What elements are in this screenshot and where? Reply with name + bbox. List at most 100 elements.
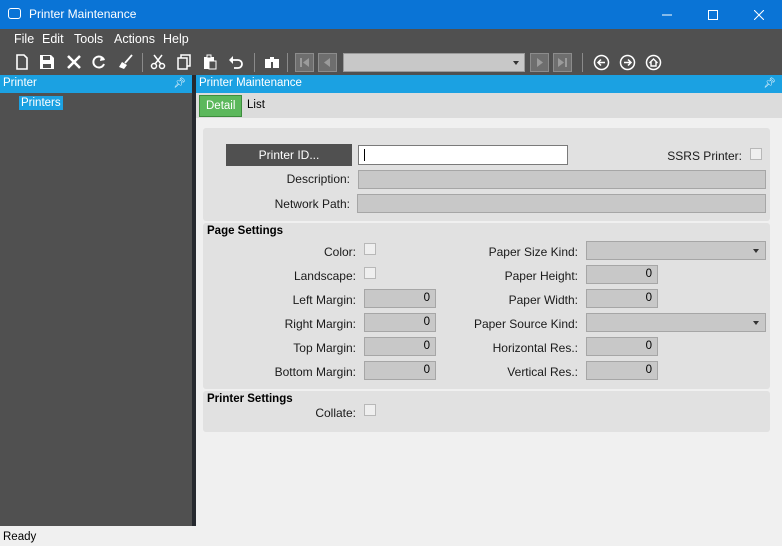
binoculars-icon bbox=[265, 57, 279, 68]
last-record-button[interactable] bbox=[553, 53, 572, 72]
last-icon bbox=[558, 58, 567, 67]
record-selector[interactable] bbox=[343, 53, 525, 72]
arrow-right-circle-icon bbox=[619, 54, 635, 70]
menu-edit[interactable]: Edit bbox=[42, 32, 64, 46]
toolbar-separator bbox=[287, 53, 288, 72]
close-button[interactable] bbox=[736, 0, 782, 29]
delete-button[interactable] bbox=[64, 52, 84, 72]
toolbar-separator bbox=[254, 53, 255, 72]
main-pane-header: Printer Maintenance 📌︎ bbox=[196, 75, 782, 93]
chevron-down-icon bbox=[513, 61, 519, 65]
main-pane-title: Printer Maintenance bbox=[199, 77, 302, 89]
save-button[interactable] bbox=[37, 52, 57, 72]
menu-help[interactable]: Help bbox=[163, 32, 189, 46]
color-label: Color: bbox=[323, 245, 356, 259]
previous-icon bbox=[324, 58, 330, 67]
new-button[interactable] bbox=[12, 52, 32, 72]
minimize-icon bbox=[662, 14, 672, 15]
pin-icon[interactable]: 📌︎ bbox=[173, 78, 186, 89]
broom-icon bbox=[119, 54, 133, 69]
home-circle-icon bbox=[645, 54, 661, 70]
cut-button[interactable] bbox=[148, 52, 168, 72]
toolbar-separator bbox=[142, 53, 143, 72]
paper-source-kind-select[interactable] bbox=[586, 313, 766, 332]
right-margin-field[interactable]: 0 bbox=[364, 313, 436, 332]
paper-size-kind-label: Paper Size Kind: bbox=[488, 245, 578, 259]
paper-width-label: Paper Width: bbox=[508, 293, 578, 307]
tree-item-printers[interactable]: Printers bbox=[19, 96, 63, 110]
navigation-pane-header: Printer 📌︎ bbox=[0, 75, 192, 93]
description-field[interactable] bbox=[358, 170, 766, 189]
color-checkbox[interactable] bbox=[364, 243, 376, 255]
printer-id-button[interactable]: Printer ID... bbox=[226, 144, 352, 166]
clear-button[interactable] bbox=[116, 52, 136, 72]
new-document-icon bbox=[16, 54, 28, 70]
maximize-icon bbox=[708, 9, 718, 20]
scissors-icon bbox=[150, 54, 166, 70]
paper-width-field[interactable]: 0 bbox=[586, 289, 658, 308]
description-label: Description: bbox=[286, 172, 350, 186]
home-button[interactable] bbox=[643, 52, 663, 72]
right-margin-label: Right Margin: bbox=[284, 317, 356, 331]
paper-size-kind-select[interactable] bbox=[586, 241, 766, 260]
paper-height-field[interactable]: 0 bbox=[586, 265, 658, 284]
printer-settings-title: Printer Settings bbox=[207, 393, 293, 405]
close-icon bbox=[754, 9, 764, 20]
next-icon bbox=[537, 58, 543, 67]
status-text: Ready bbox=[3, 531, 37, 543]
window-title: Printer Maintenance bbox=[29, 7, 137, 21]
text-caret bbox=[364, 149, 365, 161]
forward-button[interactable] bbox=[617, 52, 637, 72]
landscape-checkbox[interactable] bbox=[364, 267, 376, 279]
landscape-label: Landscape: bbox=[293, 269, 356, 283]
back-button[interactable] bbox=[591, 52, 611, 72]
next-record-button[interactable] bbox=[530, 53, 549, 72]
network-path-field[interactable] bbox=[357, 194, 766, 213]
vertical-res-field[interactable]: 0 bbox=[586, 361, 658, 380]
printer-id-input[interactable] bbox=[358, 145, 568, 165]
paste-button[interactable] bbox=[200, 52, 220, 72]
search-button[interactable] bbox=[262, 52, 282, 72]
horizontal-res-label: Horizontal Res.: bbox=[492, 341, 578, 355]
navigation-pane: Printer 📌︎ Printers bbox=[0, 75, 192, 526]
navigation-pane-title: Printer bbox=[3, 77, 37, 89]
left-margin-field[interactable]: 0 bbox=[364, 289, 436, 308]
tab-strip: Detail List bbox=[196, 93, 782, 118]
maximize-button[interactable] bbox=[690, 0, 736, 29]
collate-checkbox[interactable] bbox=[364, 404, 376, 416]
paper-source-kind-label: Paper Source Kind: bbox=[473, 317, 578, 331]
menu-actions[interactable]: Actions bbox=[114, 32, 155, 46]
top-margin-label: Top Margin: bbox=[293, 341, 356, 355]
toolbar bbox=[0, 50, 782, 75]
ssrs-printer-checkbox[interactable] bbox=[750, 148, 762, 160]
minimize-button[interactable] bbox=[644, 0, 690, 29]
delete-icon bbox=[67, 55, 81, 69]
menu-file[interactable]: File bbox=[14, 32, 34, 46]
menu-bar: File Edit Tools Actions Help bbox=[0, 29, 782, 50]
save-icon bbox=[40, 55, 54, 69]
page-settings-title: Page Settings bbox=[207, 225, 284, 237]
paste-icon bbox=[204, 54, 217, 70]
pin-icon[interactable]: 📌︎ bbox=[763, 78, 776, 89]
horizontal-res-field[interactable]: 0 bbox=[586, 337, 658, 356]
printer-settings-group: Printer Settings Collate: bbox=[203, 391, 770, 432]
top-margin-field[interactable]: 0 bbox=[364, 337, 436, 356]
chevron-down-icon bbox=[753, 249, 759, 253]
paper-height-label: Paper Height: bbox=[504, 269, 578, 283]
chevron-down-icon bbox=[753, 321, 759, 325]
app-icon bbox=[8, 8, 21, 19]
ssrs-printer-label: SSRS Printer: bbox=[667, 149, 742, 163]
first-record-button[interactable] bbox=[295, 53, 314, 72]
previous-record-button[interactable] bbox=[318, 53, 337, 72]
tab-list[interactable]: List bbox=[241, 95, 271, 117]
menu-tools[interactable]: Tools bbox=[74, 32, 103, 46]
status-bar: Ready bbox=[0, 526, 782, 546]
refresh-button[interactable] bbox=[89, 52, 109, 72]
page-settings-group: Page Settings Color: Landscape: Left Mar… bbox=[203, 223, 770, 389]
vertical-res-label: Vertical Res.: bbox=[507, 365, 578, 379]
tab-detail[interactable]: Detail bbox=[199, 95, 243, 117]
copy-button[interactable] bbox=[174, 52, 194, 72]
toolbar-separator bbox=[582, 53, 583, 72]
undo-button[interactable] bbox=[226, 52, 246, 72]
bottom-margin-field[interactable]: 0 bbox=[364, 361, 436, 380]
